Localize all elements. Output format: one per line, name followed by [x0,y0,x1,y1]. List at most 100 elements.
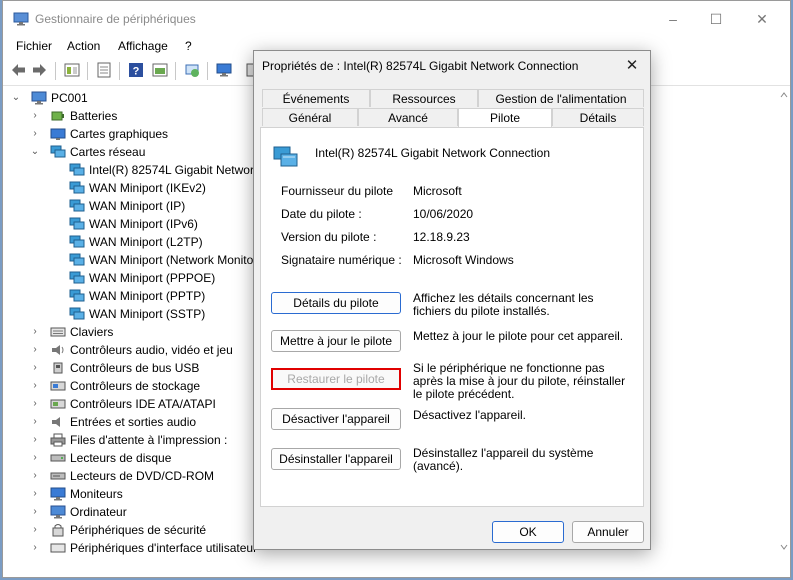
chevron-right-icon[interactable]: › [30,323,40,341]
menu-fichier[interactable]: Fichier [16,39,52,53]
computer-icon [31,91,47,105]
monitor-icon[interactable] [215,61,233,79]
disable-device-description: Désactivez l'appareil. [413,408,527,422]
device-manager-icon [13,12,29,26]
property-label-provider: Fournisseur du pilote [281,184,394,198]
printer-icon [50,433,66,447]
uninstall-device-description: Désinstallez l'appareil du système (avan… [413,446,594,473]
svg-text:?: ? [133,66,140,78]
properties-view-icon[interactable] [63,61,81,79]
storage-icon [50,399,66,409]
network-adapter-icon [273,146,298,167]
security-icon [52,524,64,537]
tab-resources[interactable]: Ressources [370,89,478,107]
list-view-icon[interactable] [95,61,113,79]
computer-icon [50,505,66,519]
tab-advanced[interactable]: Avancé [358,108,458,126]
uninstall-device-button[interactable]: Désinstaller l'appareil [271,448,401,470]
update-driver-button[interactable]: Mettre à jour le pilote [271,330,401,352]
toolbar-separator [207,62,208,80]
toolbar-separator [175,62,176,80]
title-bar: Gestionnaire de périphériques – ☐ ✕ [3,1,790,37]
menu-help[interactable]: ? [185,39,192,53]
toolbar-separator [119,62,120,80]
rollback-driver-description: Si le périphérique ne fonctionne pas apr… [413,361,626,401]
chevron-right-icon[interactable]: › [30,413,40,431]
chevron-right-icon[interactable]: › [30,521,40,539]
scan-hardware-icon[interactable] [183,61,201,79]
tab-driver[interactable]: Pilote [458,108,552,127]
network-adapter-icon [69,253,85,266]
disk-icon [50,454,66,462]
driver-details-button[interactable]: Détails du pilote [271,292,401,314]
chevron-right-icon[interactable]: › [30,341,40,359]
network-adapter-icon [69,181,85,194]
toolbar-separator [87,62,88,80]
chevron-right-icon[interactable]: › [30,431,40,449]
ok-button[interactable]: OK [492,521,564,543]
battery-icon [51,111,64,121]
property-value-date: 10/06/2020 [413,207,474,221]
tab-power-management[interactable]: Gestion de l'alimentation [478,89,644,107]
chevron-right-icon[interactable]: › [30,467,40,485]
network-adapter-icon [69,163,85,176]
network-adapter-icon [69,271,85,284]
chevron-right-icon[interactable]: › [30,395,40,413]
forward-arrow-icon[interactable] [31,61,49,79]
back-arrow-icon[interactable] [9,61,27,79]
property-label-date: Date du pilote : [281,207,362,221]
driver-details-description: Affichez les détails concernant les fich… [413,291,594,318]
chevron-right-icon[interactable]: › [30,539,40,557]
update-driver-description: Mettez à jour le pilote pour cet apparei… [413,329,624,343]
chevron-right-icon[interactable]: › [30,485,40,503]
tab-events[interactable]: Événements [262,89,370,107]
network-adapter-icon [69,199,85,212]
device-name: Intel(R) 82574L Gigabit Network Connecti… [315,146,551,160]
property-value-provider: Microsoft [413,184,462,198]
menu-affichage[interactable]: Affichage [118,39,168,53]
display-adapter-icon [50,128,66,140]
chevron-right-icon[interactable]: › [30,449,40,467]
help-icon[interactable]: ? [127,61,145,79]
rollback-driver-button[interactable]: Restaurer le pilote [271,368,401,390]
storage-icon [50,381,66,391]
driver-tab-panel: Intel(R) 82574L Gigabit Network Connecti… [260,127,644,507]
dvd-icon [50,472,66,480]
cancel-button[interactable]: Annuler [572,521,644,543]
property-value-version: 12.18.9.23 [413,230,470,244]
chevron-right-icon[interactable]: › [30,503,40,521]
network-adapter-icon [69,307,85,320]
properties-icon[interactable] [151,61,169,79]
dialog-title: Propriétés de : Intel(R) 82574L Gigabit … [262,59,579,73]
network-adapter-icon [69,217,85,230]
properties-dialog: Propriétés de : Intel(R) 82574L Gigabit … [253,50,651,550]
chevron-down-icon[interactable]: ⌄ [11,89,21,107]
audio-icon [52,345,64,355]
menu-action[interactable]: Action [67,39,100,53]
keyboard-icon [50,327,66,337]
chevron-right-icon[interactable]: › [30,125,40,143]
network-adapter-icon [69,289,85,302]
minimize-button[interactable]: – [658,7,688,31]
window-title: Gestionnaire de périphériques [35,12,196,26]
chevron-right-icon[interactable]: › [30,359,40,377]
network-adapter-icon [50,145,66,158]
close-window-button[interactable]: ✕ [747,7,777,31]
tab-general[interactable]: Général [262,108,358,126]
close-icon[interactable]: ✕ [618,53,646,79]
maximize-button[interactable]: ☐ [701,7,731,31]
tab-details[interactable]: Détails [552,108,644,126]
vertical-scrollbar[interactable] [780,91,788,551]
chevron-down-icon[interactable]: ⌄ [30,143,40,161]
hid-icon [50,543,66,553]
chevron-right-icon[interactable]: › [30,107,40,125]
monitor-icon [50,487,66,501]
property-label-version: Version du pilote : [281,230,377,244]
chevron-right-icon[interactable]: › [30,377,40,395]
property-value-signer: Microsoft Windows [413,253,514,267]
audio-icon [52,417,60,427]
network-adapter-icon [69,235,85,248]
disable-device-button[interactable]: Désactiver l'appareil [271,408,401,430]
usb-icon [53,362,63,374]
property-label-signer: Signataire numérique : [281,253,402,267]
